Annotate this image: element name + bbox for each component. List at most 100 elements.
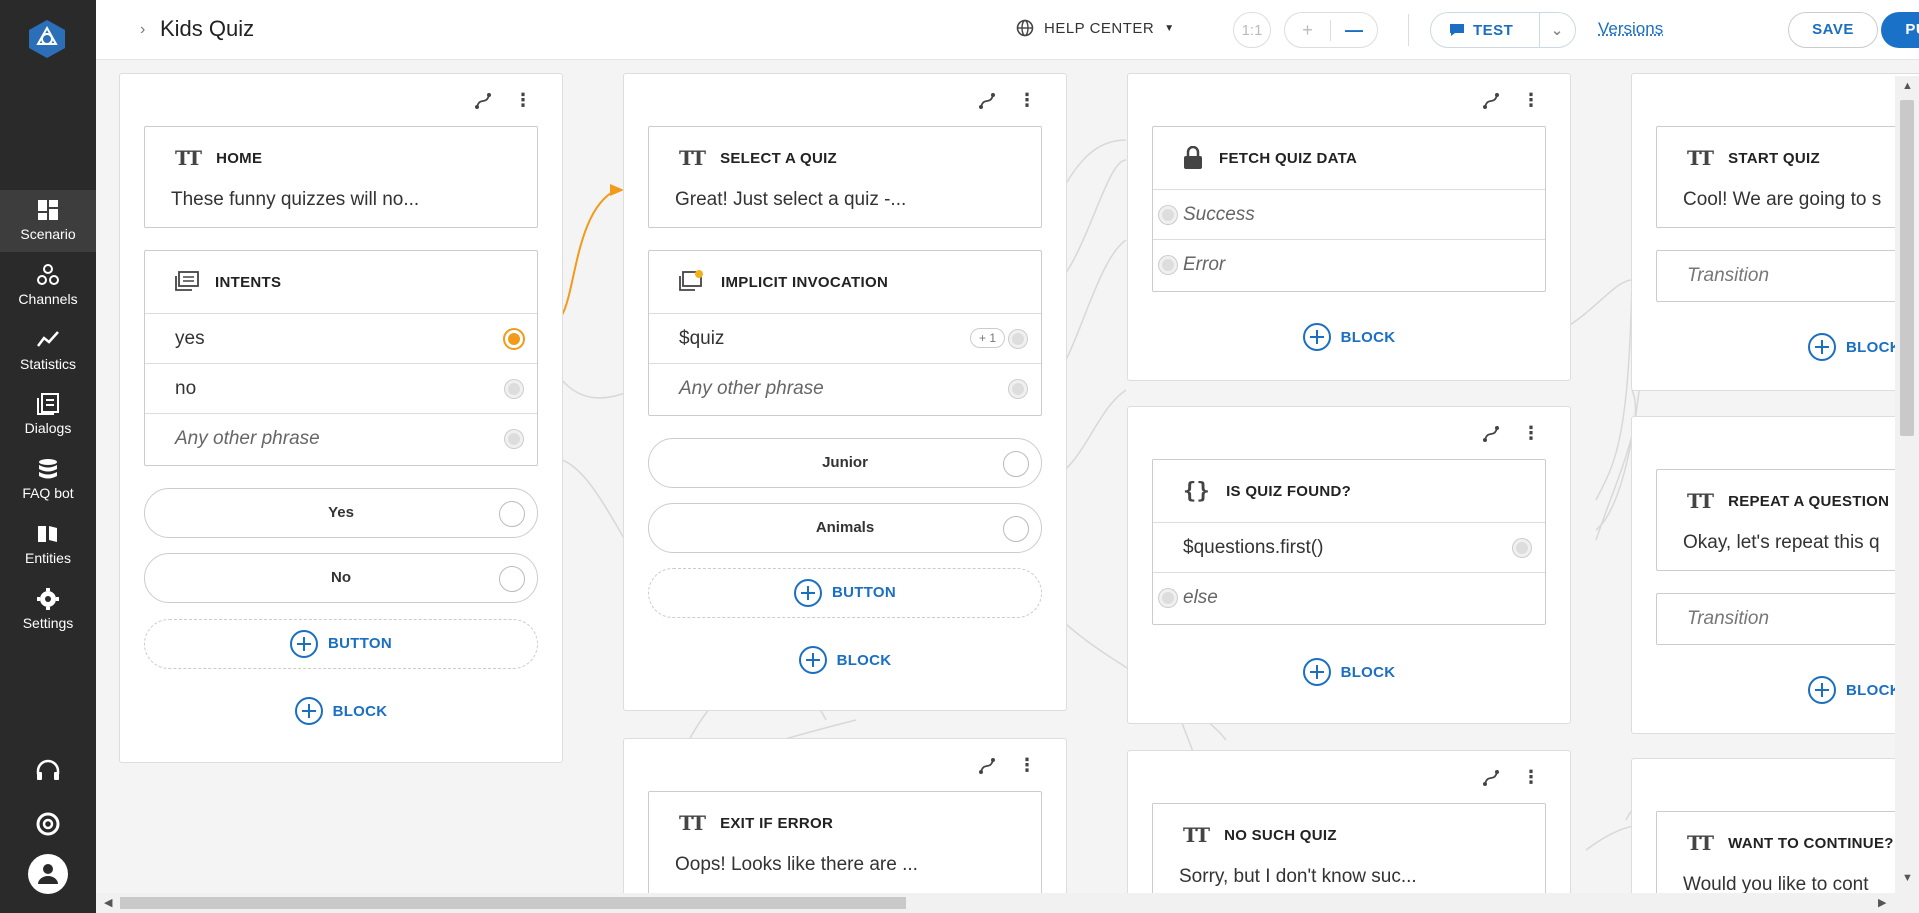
card-no-such-quiz[interactable]: ⋮ TT NO SUCH QUIZ Sorry, but I don't know… <box>1127 750 1571 893</box>
scenario-canvas[interactable]: ⋮ TT HOME These funny quizzes will no... … <box>96 60 1919 893</box>
card-exit-if-error[interactable]: ⋮ TT EXIT IF ERROR Oops! Looks like there… <box>623 738 1067 893</box>
block-intents[interactable]: INTENTS yes no Any other phrase <box>144 250 538 466</box>
vertical-scroll-thumb[interactable] <box>1900 100 1914 436</box>
button-no[interactable]: No <box>144 553 538 603</box>
card-want-to-continue[interactable]: TT WANT TO CONTINUE? Would you like to co… <box>1631 758 1919 893</box>
block-text-start[interactable]: TT START QUIZ Cool! We are going to s <box>1656 126 1919 228</box>
scroll-right-icon[interactable]: ▶ <box>1878 896 1886 909</box>
connect-icon[interactable] <box>1482 92 1500 110</box>
add-block-button[interactable]: BLOCK <box>1808 676 1901 704</box>
connector-dot[interactable] <box>1159 256 1177 274</box>
more-vertical-icon[interactable]: ⋮ <box>1018 90 1036 111</box>
block-text-exit[interactable]: TT EXIT IF ERROR Oops! Looks like there a… <box>648 791 1042 893</box>
connector-dot[interactable] <box>505 330 523 348</box>
connector-dot[interactable] <box>1159 206 1177 224</box>
database-icon <box>36 457 60 481</box>
connect-icon[interactable] <box>978 92 996 110</box>
support-button[interactable] <box>0 758 96 789</box>
result-row-success[interactable]: Success <box>1153 189 1545 239</box>
test-button[interactable]: TEST <box>1431 13 1540 47</box>
sidebar-item-statistics[interactable]: Statistics <box>0 320 96 382</box>
block-text-nosuch[interactable]: TT NO SUCH QUIZ Sorry, but I don't know s… <box>1152 803 1546 893</box>
connector-dot[interactable] <box>499 566 525 592</box>
connect-icon[interactable] <box>474 92 492 110</box>
connector-dot[interactable] <box>505 380 523 398</box>
horizontal-scroll-thumb[interactable] <box>120 897 906 909</box>
condition-row-else[interactable]: else <box>1153 572 1545 622</box>
connector-dot[interactable] <box>499 501 525 527</box>
block-transition[interactable]: Transition <box>1656 593 1919 645</box>
block-text-home[interactable]: TT HOME These funny quizzes will no... <box>144 126 538 228</box>
sidebar-item-entities[interactable]: Entities <box>0 514 96 576</box>
button-animals[interactable]: Animals <box>648 503 1042 553</box>
sidebar-item-dialogs[interactable]: Dialogs <box>0 384 96 446</box>
connector-dot[interactable] <box>1009 380 1027 398</box>
more-vertical-icon[interactable]: ⋮ <box>514 90 532 111</box>
intent-row-yes[interactable]: yes <box>145 313 537 363</box>
connect-icon[interactable] <box>978 757 996 775</box>
condition-row[interactable]: $questions.first() <box>1153 522 1545 572</box>
connector-dot[interactable] <box>1003 451 1029 477</box>
scroll-left-icon[interactable]: ◀ <box>104 896 112 909</box>
card-fetch-quiz-data[interactable]: ⋮ FETCH QUIZ DATA Success Error BLOCK <box>1127 73 1571 381</box>
card-select-quiz[interactable]: ⋮ TT SELECT A QUIZ Great! Just select a q… <box>623 73 1067 711</box>
scroll-up-icon[interactable]: ▲ <box>1902 80 1913 92</box>
invocation-row-quiz[interactable]: $quiz + 1 <box>649 313 1041 363</box>
connect-icon[interactable] <box>1482 425 1500 443</box>
button-junior[interactable]: Junior <box>648 438 1042 488</box>
button-yes[interactable]: Yes <box>144 488 538 538</box>
connect-icon[interactable] <box>1482 769 1500 787</box>
zoom-reset-button[interactable]: 1:1 <box>1233 12 1271 48</box>
card-repeat-question[interactable]: TT REPEAT A QUESTION Okay, let's repeat t… <box>1631 416 1919 734</box>
connector-dot[interactable] <box>505 430 523 448</box>
block-http-request[interactable]: FETCH QUIZ DATA Success Error <box>1152 126 1546 292</box>
help-center-dropdown[interactable]: HELP CENTER ▼ <box>1016 19 1175 37</box>
sidebar-item-channels[interactable]: Channels <box>0 255 96 317</box>
block-text-continue[interactable]: TT WANT TO CONTINUE? Would you like to co… <box>1656 811 1919 893</box>
connector-dot[interactable] <box>1003 516 1029 542</box>
horizontal-scrollbar[interactable]: ◀ ▶ <box>96 893 1919 913</box>
zoom-out-button[interactable]: — <box>1331 20 1377 41</box>
block-transition[interactable]: Transition <box>1656 250 1919 302</box>
intent-row-any[interactable]: Any other phrase <box>145 413 537 463</box>
app-logo-icon[interactable] <box>26 18 68 60</box>
more-vertical-icon[interactable]: ⋮ <box>1018 755 1036 776</box>
intent-row-no[interactable]: no <box>145 363 537 413</box>
help-button[interactable] <box>0 811 96 842</box>
more-vertical-icon[interactable]: ⋮ <box>1522 90 1540 111</box>
sidebar-item-faq-bot[interactable]: FAQ bot <box>0 449 96 511</box>
button-label: Yes <box>328 504 354 521</box>
vertical-scrollbar[interactable]: ▲ ▼ <box>1895 76 1919 893</box>
result-row-error[interactable]: Error <box>1153 239 1545 289</box>
card-home[interactable]: ⋮ TT HOME These funny quizzes will no... … <box>119 73 563 763</box>
publish-button[interactable]: PUBLISH <box>1881 12 1919 48</box>
block-text-repeat[interactable]: TT REPEAT A QUESTION Okay, let's repeat t… <box>1656 469 1919 571</box>
connector-dot[interactable] <box>1009 330 1027 348</box>
test-options-button[interactable]: ⌄ <box>1540 21 1575 39</box>
scroll-down-icon[interactable]: ▼ <box>1902 872 1913 884</box>
sidebar-item-settings[interactable]: Settings <box>0 579 96 641</box>
card-start-quiz[interactable]: TT START QUIZ Cool! We are going to s Tra… <box>1631 73 1919 391</box>
add-block-button[interactable]: BLOCK <box>624 646 1066 674</box>
add-button-button[interactable]: BUTTON <box>648 568 1042 618</box>
save-button[interactable]: SAVE <box>1788 12 1878 48</box>
add-block-button[interactable]: BLOCK <box>120 697 562 725</box>
versions-link[interactable]: Versions <box>1598 19 1663 39</box>
add-block-button[interactable]: BLOCK <box>1808 333 1901 361</box>
sidebar-item-scenario[interactable]: Scenario <box>0 190 96 252</box>
connector-dot[interactable] <box>1513 539 1531 557</box>
invocation-row-any[interactable]: Any other phrase <box>649 363 1041 413</box>
card-is-quiz-found[interactable]: ⋮ {} IS QUIZ FOUND? $questions.first() e… <box>1127 406 1571 724</box>
add-block-button[interactable]: BLOCK <box>1128 323 1570 351</box>
zoom-in-button[interactable]: + <box>1285 20 1331 41</box>
block-text-select[interactable]: TT SELECT A QUIZ Great! Just select a qui… <box>648 126 1042 228</box>
add-button-button[interactable]: BUTTON <box>144 619 538 669</box>
block-implicit-invocation[interactable]: IMPLICIT INVOCATION $quiz + 1 Any other p… <box>648 250 1042 416</box>
connector-dot[interactable] <box>1159 589 1177 607</box>
user-avatar[interactable] <box>0 854 96 899</box>
block-condition[interactable]: {} IS QUIZ FOUND? $questions.first() els… <box>1152 459 1546 625</box>
add-block-button[interactable]: BLOCK <box>1128 658 1570 686</box>
more-vertical-icon[interactable]: ⋮ <box>1522 767 1540 788</box>
chevron-right-icon[interactable]: › <box>140 21 145 39</box>
more-vertical-icon[interactable]: ⋮ <box>1522 423 1540 444</box>
